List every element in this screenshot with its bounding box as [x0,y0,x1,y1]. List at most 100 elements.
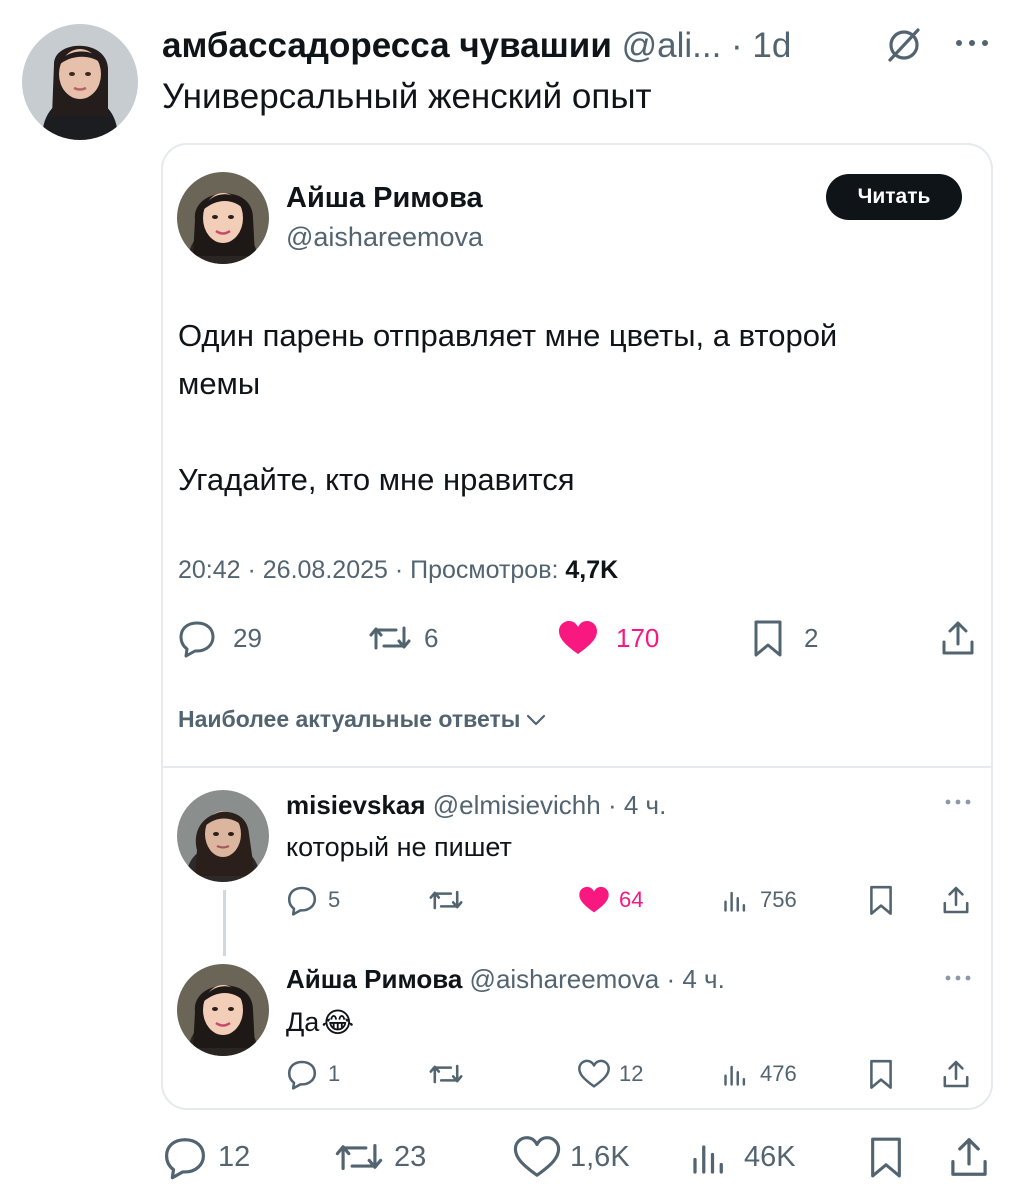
quote-repost-button[interactable]: 6 [368,618,438,658]
reply1-avatar[interactable] [177,790,269,882]
quote-views: 4,7K [565,556,619,584]
bookmark-icon [754,620,782,657]
sort-label: Наиболее актуальные ответы [178,706,521,732]
reply-icon [164,1138,206,1180]
quote-timestamp[interactable]: 20:42 · 26.08.2025 · Просмотров: [178,556,565,584]
repost-icon [429,890,463,910]
quote-meta: 20:42 · 26.08.2025 · Просмотров: 4,7K [178,556,618,585]
reply2-bookmark-button[interactable] [866,1058,896,1090]
outer-bookmark-button[interactable] [866,1134,906,1180]
quote-display-name[interactable]: Айша Римова [286,182,483,215]
quote-text-line-3: Угадайте, кто мне нравится [178,462,575,497]
reply2-views-count: 476 [760,1061,797,1086]
repost-icon [335,1144,383,1170]
reply1-likes-count: 64 [619,887,644,912]
repost-icon [429,1064,463,1084]
quote-handle[interactable]: @aishareemova [286,222,483,253]
like-icon [559,621,597,654]
chevron-down-icon [527,714,546,725]
quote-bookmarks-count: 2 [804,622,819,653]
share-icon [943,886,969,914]
share-icon [942,621,974,655]
bookmark-icon [870,885,892,915]
outer-tweet-text: Универсальный женский опыт [162,77,652,116]
reply-icon [287,1060,317,1090]
outer-display-name[interactable]: амбассадоресса чувашии [162,26,612,65]
bookmark-icon [870,1059,892,1089]
reply2-avatar[interactable] [177,964,269,1056]
outer-replies-count: 12 [218,1140,251,1173]
reply1-header: misievskaя @elmisievichh · 4 ч. [286,790,666,821]
outer-timestamp[interactable]: 1d [752,26,791,65]
bookmark-icon [871,1137,901,1178]
grok-icon[interactable] [884,24,924,64]
reply2-replies-count: 1 [328,1061,341,1086]
reply-icon [287,886,317,916]
read-button[interactable]: Читать [826,174,962,220]
reply2-repost-button[interactable] [428,1058,464,1090]
divider [163,766,991,768]
outer-avatar[interactable] [22,24,138,140]
reply1-display-name[interactable]: misievskaя [286,790,426,820]
outer-header: амбассадоресса чувашии @ali... · 1d [162,26,791,66]
reply2-text: Да [286,1007,320,1037]
views-icon [724,891,746,912]
outer-repost-button[interactable]: 23 [334,1134,426,1180]
quote-avatar[interactable] [177,172,269,264]
like-icon [578,1059,610,1088]
outer-share-button[interactable] [946,1134,992,1180]
share-icon [951,1138,987,1176]
quote-likes-count: 170 [616,622,660,653]
reply1-replies-count: 5 [328,887,341,912]
views-icon [724,1065,746,1086]
share-icon [943,1060,969,1088]
reply1-reply-button[interactable]: 5 [286,884,340,916]
more-icon[interactable] [950,26,994,60]
outer-like-button[interactable]: 1,6K [512,1134,630,1180]
quote-share-button[interactable] [938,618,978,658]
reply2-timestamp[interactable]: · 4 ч. [659,964,724,994]
reply2-like-button[interactable]: 12 [577,1058,643,1090]
reply1-views[interactable]: 756 [722,884,797,916]
reply1-like-button[interactable]: 64 [577,884,643,916]
outer-views-count: 46K [744,1140,796,1173]
outer-reposts-count: 23 [394,1140,427,1173]
reply2-views[interactable]: 476 [722,1058,797,1090]
repost-icon [369,626,411,650]
outer-separator: · [721,26,753,65]
more-icon[interactable] [940,966,976,995]
reply2-text-row: Да 😂 [286,1006,354,1039]
reply2-handle[interactable]: @aishareemova [470,964,660,994]
reply1-timestamp[interactable]: · 4 ч. [601,790,666,820]
reply1-views-count: 756 [760,887,797,912]
reply1-repost-button[interactable] [428,884,464,916]
outer-views[interactable]: 46K [690,1134,796,1180]
reply2-header: Айша Римова @aishareemova · 4 ч. [286,964,725,995]
quote-bookmark-button[interactable]: 2 [750,618,818,658]
outer-likes-count: 1,6K [570,1140,630,1173]
quote-reposts-count: 6 [424,622,439,653]
like-icon [513,1136,561,1177]
quote-text-line-2: мемы [178,366,261,401]
reply1-handle[interactable]: @elmisievichh [433,790,601,820]
like-icon [579,886,609,913]
reply-icon [179,621,215,658]
reply1-text: который не пишет [286,832,512,862]
quote-replies-count: 29 [233,622,262,653]
more-icon[interactable] [940,790,976,819]
reply2-reply-button[interactable]: 1 [286,1058,340,1090]
reply2-share-button[interactable] [940,1058,972,1090]
outer-reply-button[interactable]: 12 [162,1134,250,1180]
reply1-bookmark-button[interactable] [866,884,896,916]
reply2-display-name[interactable]: Айша Римова [286,964,462,994]
replies-sort-dropdown[interactable]: Наиболее актуальные ответы [178,706,548,733]
views-icon [693,1145,723,1174]
reply1-share-button[interactable] [940,884,972,916]
outer-handle[interactable]: @ali... [622,26,722,65]
quote-like-button[interactable]: 170 [556,618,659,658]
quote-text-line-1: Один парень отправляет мне цветы, а втор… [178,318,838,353]
reply2-likes-count: 12 [619,1061,644,1086]
laughing-emoji-icon: 😂 [321,1007,355,1038]
thread-connector [223,890,226,956]
quote-reply-button[interactable]: 29 [177,618,262,658]
